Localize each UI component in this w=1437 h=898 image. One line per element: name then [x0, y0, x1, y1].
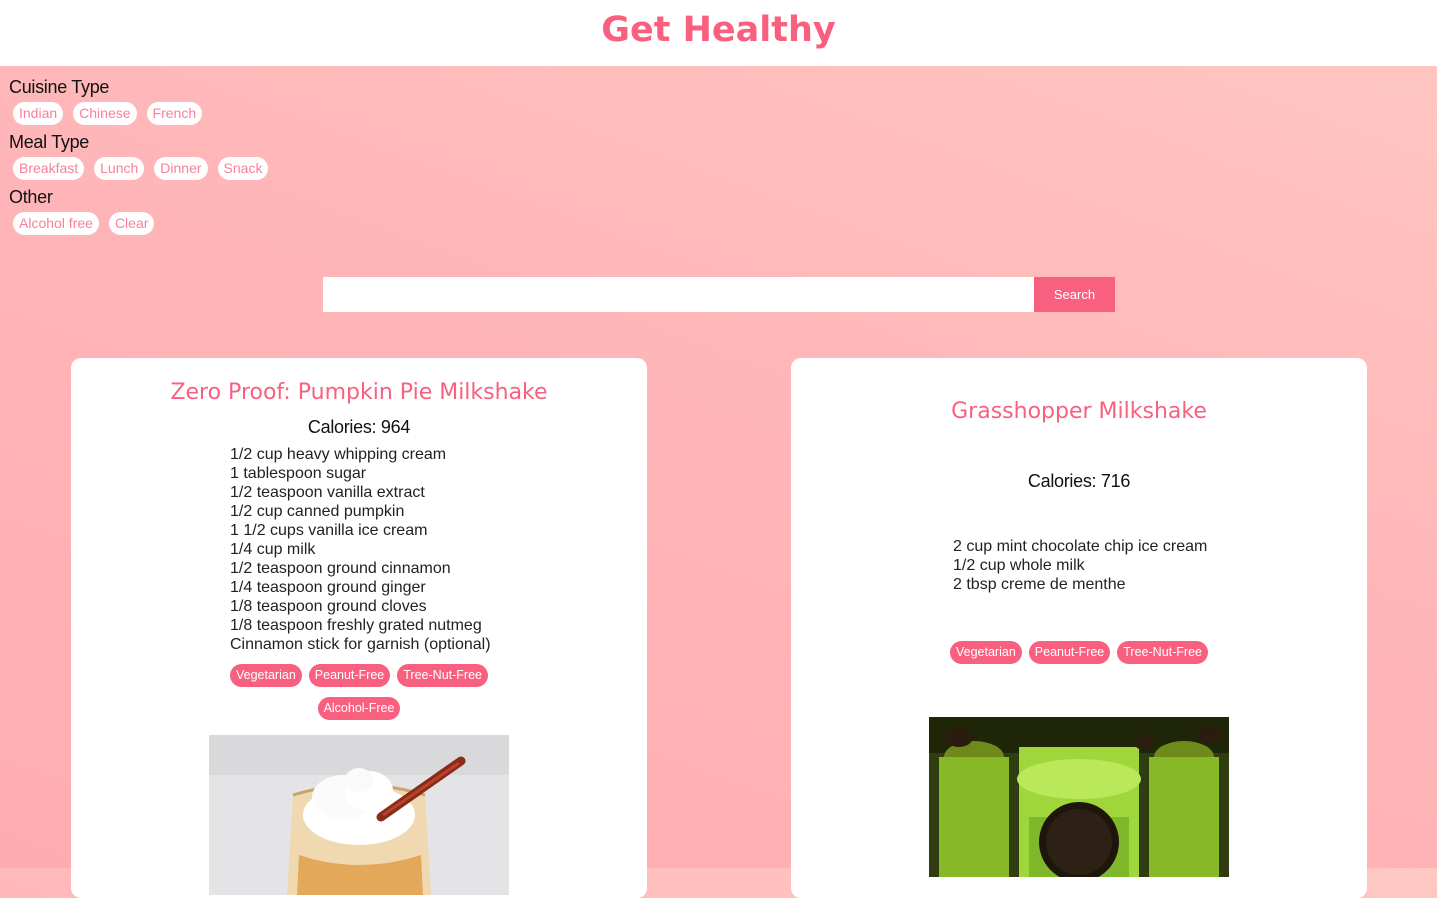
- recipe-title[interactable]: Grasshopper Milkshake: [791, 399, 1367, 424]
- ingredient-item: 1 tablespoon sugar: [230, 465, 367, 482]
- diet-tag-peanut-free: Peanut-Free: [1028, 641, 1111, 664]
- search-input[interactable]: [323, 277, 1034, 312]
- ingredient-item: 1/4 teaspoon ground ginger: [230, 579, 426, 596]
- ingredient-item: 1/8 teaspoon ground cloves: [230, 598, 427, 615]
- filter-chip-french[interactable]: French: [146, 102, 203, 125]
- filter-chip-dinner[interactable]: Dinner: [154, 157, 208, 180]
- ingredient-list: 1/2 cup heavy whipping cream 1 tablespoo…: [230, 445, 647, 654]
- ingredient-item: 2 tbsp creme de menthe: [953, 576, 1126, 593]
- site-title: Get Healthy: [601, 10, 836, 50]
- ingredient-item: 1/2 cup whole milk: [953, 557, 1085, 574]
- ingredient-item: 1/2 cup heavy whipping cream: [230, 446, 447, 463]
- recipe-tags: Vegetarian Peanut-Free Tree-Nut-Free Alc…: [209, 664, 509, 720]
- recipe-tags: Vegetarian Peanut-Free Tree-Nut-Free: [929, 641, 1229, 664]
- cuisine-type-options: Indian Chinese French: [13, 102, 268, 125]
- ingredient-item: 1/2 teaspoon ground cinnamon: [230, 560, 451, 577]
- recipe-calories: Calories: 964: [307, 417, 411, 437]
- diet-tag-tree-nut-free: Tree-Nut-Free: [1117, 641, 1208, 664]
- pumpkin-milkshake-photo: [209, 735, 509, 895]
- other-options: Alcohol free Clear: [13, 212, 268, 235]
- recipe-card: Zero Proof: Pumpkin Pie Milkshake Calori…: [71, 358, 647, 898]
- site-header: Get Healthy: [0, 0, 1437, 66]
- filter-chip-chinese[interactable]: Chinese: [73, 102, 137, 125]
- recipe-title[interactable]: Zero Proof: Pumpkin Pie Milkshake: [71, 380, 647, 405]
- grasshopper-milkshake-photo: [929, 717, 1229, 877]
- ingredient-item: 1/2 teaspoon vanilla extract: [230, 484, 425, 501]
- recipe-image: [209, 735, 509, 895]
- recipe-calories: Calories: 716: [1027, 471, 1131, 491]
- search-button[interactable]: Search: [1034, 277, 1115, 312]
- ingredient-item: Cinnamon stick for garnish (optional): [230, 636, 491, 653]
- filter-panel: Cuisine Type Indian Chinese French Meal …: [9, 76, 269, 241]
- filter-chip-snack[interactable]: Snack: [217, 157, 269, 180]
- filter-chip-breakfast[interactable]: Breakfast: [13, 157, 85, 180]
- search-bar: Search: [323, 277, 1115, 312]
- cuisine-type-heading: Cuisine Type: [9, 77, 110, 97]
- diet-tag-vegetarian: Vegetarian: [230, 664, 302, 687]
- filter-chip-indian[interactable]: Indian: [13, 102, 64, 125]
- diet-tag-peanut-free: Peanut-Free: [308, 664, 391, 687]
- meal-type-heading: Meal Type: [9, 132, 90, 152]
- ingredient-item: 1/8 teaspoon freshly grated nutmeg: [230, 617, 482, 634]
- ingredient-item: 2 cup mint chocolate chip ice cream: [953, 538, 1208, 555]
- recipe-image: [929, 717, 1229, 877]
- recipe-card: Grasshopper Milkshake Calories: 716 2 cu…: [791, 358, 1367, 898]
- diet-tag-alcohol-free: Alcohol-Free: [317, 697, 401, 720]
- clear-filters-button[interactable]: Clear: [108, 212, 155, 235]
- ingredient-item: 1/4 cup milk: [230, 541, 316, 558]
- ingredient-item: 1 1/2 cups vanilla ice cream: [230, 522, 428, 539]
- meal-type-options: Breakfast Lunch Dinner Snack: [13, 157, 269, 180]
- ingredient-item: 1/2 cup canned pumpkin: [230, 503, 405, 520]
- diet-tag-vegetarian: Vegetarian: [950, 641, 1022, 664]
- diet-tag-tree-nut-free: Tree-Nut-Free: [397, 664, 488, 687]
- ingredient-list: 2 cup mint chocolate chip ice cream 1/2 …: [953, 537, 1367, 594]
- filter-chip-alcohol-free[interactable]: Alcohol free: [13, 212, 99, 235]
- filter-chip-lunch[interactable]: Lunch: [94, 157, 145, 180]
- other-heading: Other: [9, 187, 53, 207]
